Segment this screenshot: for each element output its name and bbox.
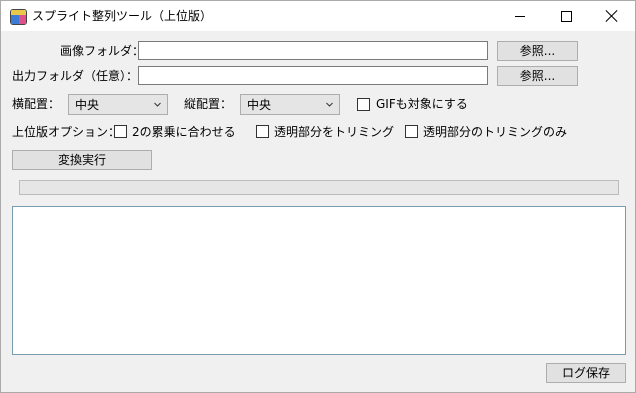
output-folder-browse-button[interactable]: 参照... [497, 66, 578, 86]
output-folder-input[interactable] [138, 66, 488, 85]
image-folder-browse-button[interactable]: 参照... [497, 41, 578, 61]
close-button[interactable] [589, 1, 635, 31]
horizontal-align-select[interactable]: 中央 [68, 94, 168, 115]
horizontal-align-label: 横配置： [12, 97, 61, 111]
pow2-checkbox[interactable] [114, 125, 127, 138]
trim-checkbox[interactable] [256, 125, 269, 138]
gif-checkbox[interactable] [357, 98, 370, 111]
maximize-button[interactable] [543, 1, 589, 31]
title-bar[interactable]: スプライト整列ツール（上位版） [1, 1, 635, 31]
minimize-button[interactable] [497, 1, 543, 31]
log-textarea[interactable] [12, 206, 626, 355]
output-folder-label: 出力フォルダ（任意）： [12, 69, 139, 83]
close-icon [606, 10, 618, 22]
trim-checkbox-label[interactable]: 透明部分をトリミング [274, 125, 394, 139]
options-label: 上位版オプション： [12, 125, 121, 139]
vertical-align-label: 縦配置： [184, 97, 233, 111]
app-window: スプライト整列ツール（上位版） 画像フォルダ： 参照... 出力フォルダ（任意）… [0, 0, 636, 393]
pow2-checkbox-label[interactable]: 2の累乗に合わせる [132, 125, 236, 139]
convert-button[interactable]: 変換実行 [12, 150, 152, 170]
trim-only-checkbox-label[interactable]: 透明部分のトリミングのみ [423, 125, 567, 139]
chevron-down-icon [326, 102, 333, 107]
save-log-button[interactable]: ログ保存 [546, 363, 626, 383]
chevron-down-icon [154, 102, 161, 107]
image-folder-input[interactable] [138, 41, 488, 60]
maximize-icon [560, 10, 572, 22]
image-folder-label: 画像フォルダ： [60, 44, 145, 58]
sprite-app-icon [10, 9, 27, 25]
trim-only-checkbox[interactable] [405, 125, 418, 138]
vertical-align-select[interactable]: 中央 [240, 94, 340, 115]
window-title: スプライト整列ツール（上位版） [32, 9, 213, 23]
horizontal-align-value: 中央 [75, 98, 100, 112]
gif-checkbox-label[interactable]: GIFも対象にする [376, 97, 468, 111]
progress-bar [19, 180, 619, 195]
vertical-align-value: 中央 [247, 98, 272, 112]
minimize-icon [515, 15, 525, 17]
